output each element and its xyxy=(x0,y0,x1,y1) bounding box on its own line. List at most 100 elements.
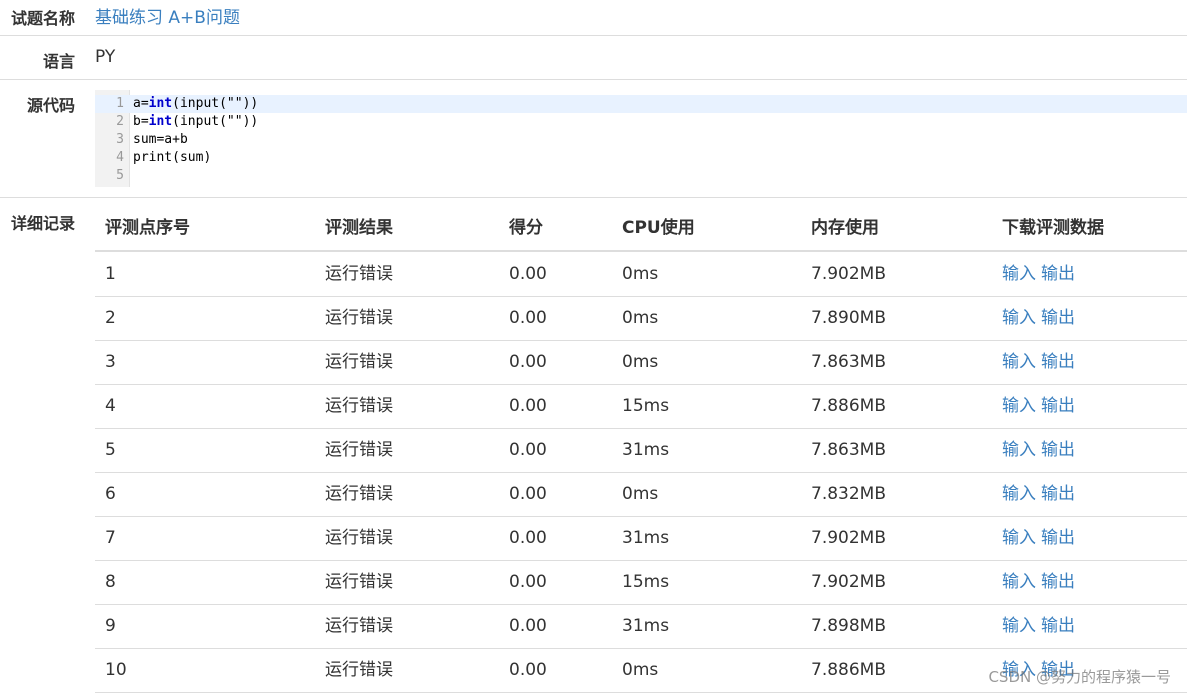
cpu-cell: 31ms xyxy=(622,616,670,636)
result-cell: 运行错误 xyxy=(325,396,393,416)
cpu-cell: 0ms xyxy=(622,264,659,284)
code-keyword: int xyxy=(148,114,173,129)
result-cell: 运行错误 xyxy=(325,616,393,636)
download-cell: 输入 输出 xyxy=(1002,560,1080,604)
score-cell: 0.00 xyxy=(509,484,547,504)
score-cell: 0.00 xyxy=(509,616,547,636)
code-line: 5 xyxy=(95,167,1187,185)
download-input-link[interactable]: 输入 xyxy=(1002,264,1036,284)
download-input-link[interactable]: 输入 xyxy=(1002,308,1036,328)
memory-cell: 7.886MB xyxy=(811,396,886,416)
problem-name-link[interactable]: 基础练习 A+B问题 xyxy=(95,3,240,28)
memory-cell: 7.886MB xyxy=(811,660,886,680)
download-input-link[interactable]: 输入 xyxy=(1002,528,1036,548)
download-output-link[interactable]: 输出 xyxy=(1041,308,1075,328)
download-input-link[interactable]: 输入 xyxy=(1002,484,1036,504)
download-output-link[interactable]: 输出 xyxy=(1041,528,1075,548)
download-cell: 输入 输出 xyxy=(1002,472,1080,516)
code-token: (input("")) xyxy=(172,114,259,129)
header-download: 下载评测数据 xyxy=(1002,218,1104,238)
download-output-link[interactable]: 输出 xyxy=(1041,572,1075,592)
code-editor[interactable]: 1 a=int(input("")) 2 b=int(input("")) 3 sum=a… xyxy=(95,90,1187,187)
score-cell: 0.00 xyxy=(509,440,547,460)
line-number: 1 xyxy=(116,96,124,111)
result-cell: 运行错误 xyxy=(325,484,393,504)
code-token: b= xyxy=(133,114,149,129)
download-cell: 输入 输出 xyxy=(1002,252,1080,296)
testcase-id-cell: 9 xyxy=(105,616,116,636)
table-row: 7 运行错误 0.00 31ms 7.902MB 输入 输出 xyxy=(95,516,1187,561)
code-token: a= xyxy=(133,96,149,111)
download-output-link[interactable]: 输出 xyxy=(1041,352,1075,372)
result-cell: 运行错误 xyxy=(325,660,393,680)
table-row: 6 运行错误 0.00 0ms 7.832MB 输入 输出 xyxy=(95,472,1187,517)
line-number: 5 xyxy=(116,168,124,183)
line-number: 4 xyxy=(116,150,124,165)
cpu-cell: 15ms xyxy=(622,572,670,592)
download-cell: 输入 输出 xyxy=(1002,516,1080,560)
code-line: 3 sum=a+b xyxy=(95,131,1187,149)
score-cell: 0.00 xyxy=(509,308,547,328)
result-cell: 运行错误 xyxy=(325,352,393,372)
language-row: 语言 PY xyxy=(0,36,1187,80)
memory-cell: 7.832MB xyxy=(811,484,886,504)
line-number: 3 xyxy=(116,132,124,147)
result-cell: 运行错误 xyxy=(325,440,393,460)
code-text: print(sum) xyxy=(133,149,211,167)
memory-cell: 7.898MB xyxy=(811,616,886,636)
cpu-cell: 0ms xyxy=(622,484,659,504)
testcase-id-cell: 5 xyxy=(105,440,116,460)
download-output-link[interactable]: 输出 xyxy=(1041,396,1075,416)
problem-name-row: 试题名称 基础练习 A+B问题 xyxy=(0,0,1187,36)
cpu-cell: 0ms xyxy=(622,660,659,680)
score-cell: 0.00 xyxy=(509,528,547,548)
table-row: 2 运行错误 0.00 0ms 7.890MB 输入 输出 xyxy=(95,296,1187,341)
line-number: 2 xyxy=(116,114,124,129)
table-row: 9 运行错误 0.00 31ms 7.898MB 输入 输出 xyxy=(95,604,1187,649)
download-cell: 输入 输出 xyxy=(1002,340,1080,384)
csdn-watermark: CSDN @努力的程序猿一号 xyxy=(988,668,1171,686)
memory-cell: 7.890MB xyxy=(811,308,886,328)
header-testcase-id: 评测点序号 xyxy=(105,218,190,238)
score-cell: 0.00 xyxy=(509,264,547,284)
code-line: 1 a=int(input("")) xyxy=(95,95,1187,113)
memory-cell: 7.902MB xyxy=(811,528,886,548)
cpu-cell: 15ms xyxy=(622,396,670,416)
score-cell: 0.00 xyxy=(509,396,547,416)
download-cell: 输入 输出 xyxy=(1002,604,1080,648)
testcase-id-cell: 6 xyxy=(105,484,116,504)
table-header-row: 评测点序号 评测结果 得分 CPU使用 内存使用 下载评测数据 xyxy=(95,206,1187,252)
download-output-link[interactable]: 输出 xyxy=(1041,440,1075,460)
details-label: 详细记录 xyxy=(10,214,75,233)
download-cell: 输入 输出 xyxy=(1002,428,1080,472)
code-text: a=int(input("")) xyxy=(133,95,258,113)
download-output-link[interactable]: 输出 xyxy=(1041,616,1075,636)
download-input-link[interactable]: 输入 xyxy=(1002,396,1036,416)
problem-name-label: 试题名称 xyxy=(10,9,75,28)
download-output-link[interactable]: 输出 xyxy=(1041,264,1075,284)
code-text: b=int(input("")) xyxy=(133,113,258,131)
result-cell: 运行错误 xyxy=(325,264,393,284)
source-code-label: 源代码 xyxy=(26,96,75,115)
result-cell: 运行错误 xyxy=(325,308,393,328)
memory-cell: 7.863MB xyxy=(811,440,886,460)
download-input-link[interactable]: 输入 xyxy=(1002,352,1036,372)
download-input-link[interactable]: 输入 xyxy=(1002,616,1036,636)
result-cell: 运行错误 xyxy=(325,528,393,548)
header-cpu: CPU使用 xyxy=(622,218,695,238)
download-output-link[interactable]: 输出 xyxy=(1041,484,1075,504)
download-input-link[interactable]: 输入 xyxy=(1002,440,1036,460)
table-row: 5 运行错误 0.00 31ms 7.863MB 输入 输出 xyxy=(95,428,1187,473)
code-line: 2 b=int(input("")) xyxy=(95,113,1187,131)
code-text: sum=a+b xyxy=(133,131,188,149)
table-row: 1 运行错误 0.00 0ms 7.902MB 输入 输出 xyxy=(95,252,1187,297)
code-keyword: int xyxy=(148,96,173,111)
cpu-cell: 0ms xyxy=(622,308,659,328)
testcase-id-cell: 10 xyxy=(105,660,127,680)
download-input-link[interactable]: 输入 xyxy=(1002,572,1036,592)
download-cell: 输入 输出 xyxy=(1002,384,1080,428)
memory-cell: 7.902MB xyxy=(811,264,886,284)
testcase-id-cell: 3 xyxy=(105,352,116,372)
testcase-id-cell: 7 xyxy=(105,528,116,548)
score-cell: 0.00 xyxy=(509,660,547,680)
